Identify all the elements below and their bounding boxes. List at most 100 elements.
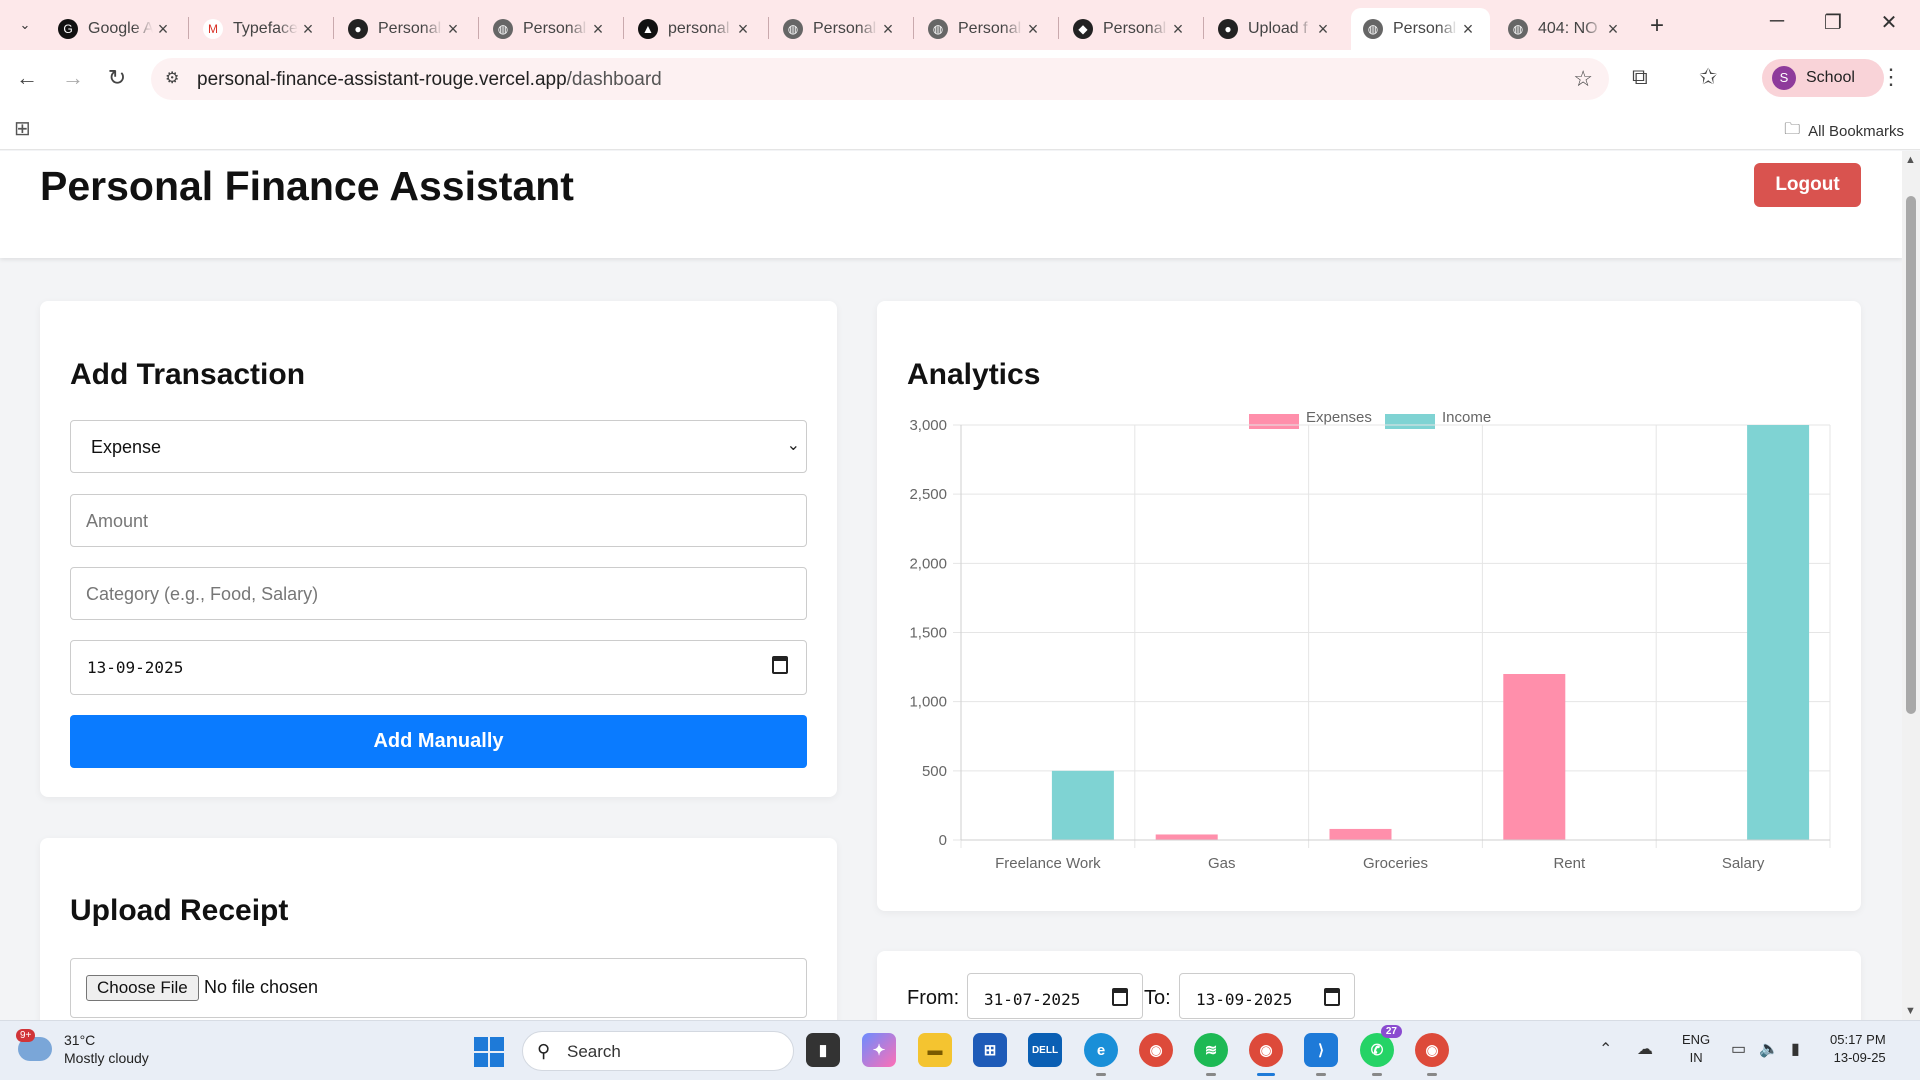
copilot-icon[interactable]: ✦ xyxy=(862,1033,896,1067)
globe-icon: ◍ xyxy=(783,19,803,39)
back-arrow-icon[interactable]: ← xyxy=(13,64,41,92)
whatsapp-icon[interactable]: ✆ 27 xyxy=(1360,1025,1402,1076)
scroll-up-icon[interactable]: ▲ xyxy=(1905,154,1916,166)
transaction-type-select[interactable]: Expense ⌄ xyxy=(70,420,807,473)
add-manually-button[interactable]: Add Manually xyxy=(70,715,807,768)
y-tick-label: 1,500 xyxy=(909,625,947,642)
weather-widget[interactable]: 9+ 31°C Mostly cloudy xyxy=(16,1029,149,1067)
browser-tab[interactable]: ▲ personal × xyxy=(626,8,765,50)
bar-income[interactable] xyxy=(1747,425,1810,840)
tab-close-icon[interactable]: × xyxy=(1168,19,1188,40)
new-tab-button[interactable]: + xyxy=(1650,12,1664,40)
browser-tab[interactable]: ◍ Personal × xyxy=(771,8,910,50)
tab-close-icon[interactable]: × xyxy=(1313,19,1333,40)
browser-tab[interactable]: ◍ Personal × xyxy=(1351,8,1490,50)
tab-label: Personal xyxy=(958,20,1022,37)
tab-close-icon[interactable]: × xyxy=(1458,19,1478,40)
browser-tab[interactable]: ◍ Personal × xyxy=(481,8,620,50)
language-indicator[interactable]: ENG IN xyxy=(1682,1031,1710,1067)
edge-icon[interactable]: e xyxy=(1084,1033,1118,1076)
tab-close-icon[interactable]: × xyxy=(153,19,173,40)
battery-icon[interactable]: ▮ xyxy=(1791,1039,1800,1059)
site-info-icon[interactable]: ⚙ xyxy=(165,68,179,88)
menu-kebab-icon[interactable]: ⋮ xyxy=(1880,64,1902,90)
category-input[interactable]: Category (e.g., Food, Salary) xyxy=(70,567,807,620)
choose-file-button[interactable]: Choose File xyxy=(86,975,199,1001)
bar-expenses[interactable] xyxy=(1503,674,1566,840)
restore-icon[interactable]: ❐ xyxy=(1813,10,1853,35)
folder-icon: 🗀 xyxy=(1784,121,1801,138)
browser-tab[interactable]: ◆ Personal × xyxy=(1061,8,1200,50)
tab-close-icon[interactable]: × xyxy=(588,19,608,40)
microsoft-store-icon[interactable]: ⊞ xyxy=(973,1033,1007,1067)
scrollbar-thumb[interactable] xyxy=(1906,196,1916,714)
calendar-icon[interactable] xyxy=(772,656,788,674)
bookmark-star-icon[interactable]: ☆ xyxy=(1573,66,1593,92)
tab-close-icon[interactable]: × xyxy=(878,19,898,40)
all-bookmarks-button[interactable]: 🗀 All Bookmarks xyxy=(1784,118,1904,145)
browser-tab[interactable]: ● Personal × xyxy=(336,8,475,50)
dell-icon[interactable]: DELL xyxy=(1028,1033,1062,1067)
browser-tab[interactable]: G Google Ai × xyxy=(46,8,185,50)
minimize-icon[interactable]: ─ xyxy=(1757,10,1797,33)
volume-icon[interactable]: 🔈 xyxy=(1759,1039,1779,1059)
taskbar-search[interactable]: ⚲ Search xyxy=(522,1031,794,1071)
task-view-icon[interactable]: ▮ xyxy=(806,1033,840,1067)
date-value: 13-09-2025 xyxy=(87,658,184,677)
chrome-icon[interactable]: ◉ xyxy=(1139,1033,1173,1067)
onedrive-icon[interactable]: ☁ xyxy=(1637,1039,1653,1059)
bar-expenses[interactable] xyxy=(1329,828,1392,840)
forward-arrow-icon[interactable]: → xyxy=(59,64,87,92)
browser-tab[interactable]: M Typeface × xyxy=(191,8,330,50)
page-viewport: Personal Finance Assistant Logout Add Tr… xyxy=(0,151,1902,1020)
system-clock[interactable]: 05:17 PM 13-09-25 xyxy=(1830,1031,1886,1067)
close-window-icon[interactable]: ✕ xyxy=(1869,10,1909,35)
chrome-profile-icon[interactable]: ◉ xyxy=(1249,1033,1283,1076)
address-bar[interactable]: ⚙ personal-finance-assistant-rouge.verce… xyxy=(151,58,1609,100)
calendar-icon[interactable] xyxy=(1324,988,1340,1006)
legend-label: Income xyxy=(1442,409,1491,426)
tab-search-chevron-icon[interactable]: ⌄ xyxy=(14,14,36,36)
to-date-input[interactable]: 13-09-2025 xyxy=(1179,973,1355,1019)
render-icon: ◆ xyxy=(1073,19,1093,39)
amount-input[interactable]: Amount xyxy=(70,494,807,547)
receipt-file-input[interactable]: Choose File No file chosen xyxy=(70,958,807,1018)
lang-line2: IN xyxy=(1689,1050,1703,1065)
scroll-down-icon[interactable]: ▼ xyxy=(1905,1005,1916,1017)
extensions-icon[interactable]: ⧉ xyxy=(1632,64,1648,90)
chrome-school-icon[interactable]: ◉ xyxy=(1415,1033,1449,1076)
file-explorer-icon[interactable]: ▬ xyxy=(918,1033,952,1067)
vscode-icon[interactable]: ⟩ xyxy=(1304,1033,1338,1076)
browser-tab[interactable]: ◍ Personal × xyxy=(916,8,1055,50)
x-tick-label: Freelance Work xyxy=(995,855,1101,872)
bar-expenses[interactable] xyxy=(1155,834,1218,840)
tray-chevron-up-icon[interactable]: ⌃ xyxy=(1599,1039,1612,1059)
tab-label: Personal xyxy=(813,20,877,37)
tab-close-icon[interactable]: × xyxy=(733,19,753,40)
calendar-icon[interactable] xyxy=(1112,988,1128,1006)
tab-close-icon[interactable]: × xyxy=(443,19,463,40)
clock-date: 13-09-25 xyxy=(1833,1050,1886,1065)
tab-label: Google Ai xyxy=(88,20,153,37)
globe-icon: ◍ xyxy=(1363,19,1383,39)
spotify-icon[interactable]: ≋ xyxy=(1194,1033,1228,1076)
tab-close-icon[interactable]: × xyxy=(298,19,318,40)
date-input[interactable]: 13-09-2025 xyxy=(70,640,807,695)
tab-close-icon[interactable]: × xyxy=(1603,19,1623,40)
page-title: Personal Finance Assistant xyxy=(40,163,574,209)
browser-tab[interactable]: ◍ 404: NO × xyxy=(1496,8,1635,50)
tab-label: Upload f xyxy=(1248,20,1308,37)
bar-income[interactable] xyxy=(1051,770,1114,840)
bookmarks-star-icon[interactable]: ✩ xyxy=(1699,64,1717,90)
network-icon[interactable]: ▭ xyxy=(1731,1039,1746,1059)
apps-grid-icon[interactable]: ⊞ xyxy=(14,116,31,141)
page-scrollbar[interactable]: ▲ ▼ xyxy=(1902,151,1920,1020)
profile-button[interactable]: S School xyxy=(1762,59,1884,97)
windows-start-icon[interactable] xyxy=(474,1037,504,1067)
logout-button[interactable]: Logout xyxy=(1754,163,1861,207)
browser-tab[interactable]: ● Upload f × xyxy=(1206,8,1345,50)
url-text[interactable]: personal-finance-assistant-rouge.vercel.… xyxy=(197,69,662,91)
reload-icon[interactable]: ↻ xyxy=(103,64,131,92)
tab-close-icon[interactable]: × xyxy=(1023,19,1043,40)
from-date-input[interactable]: 31-07-2025 xyxy=(967,973,1143,1019)
